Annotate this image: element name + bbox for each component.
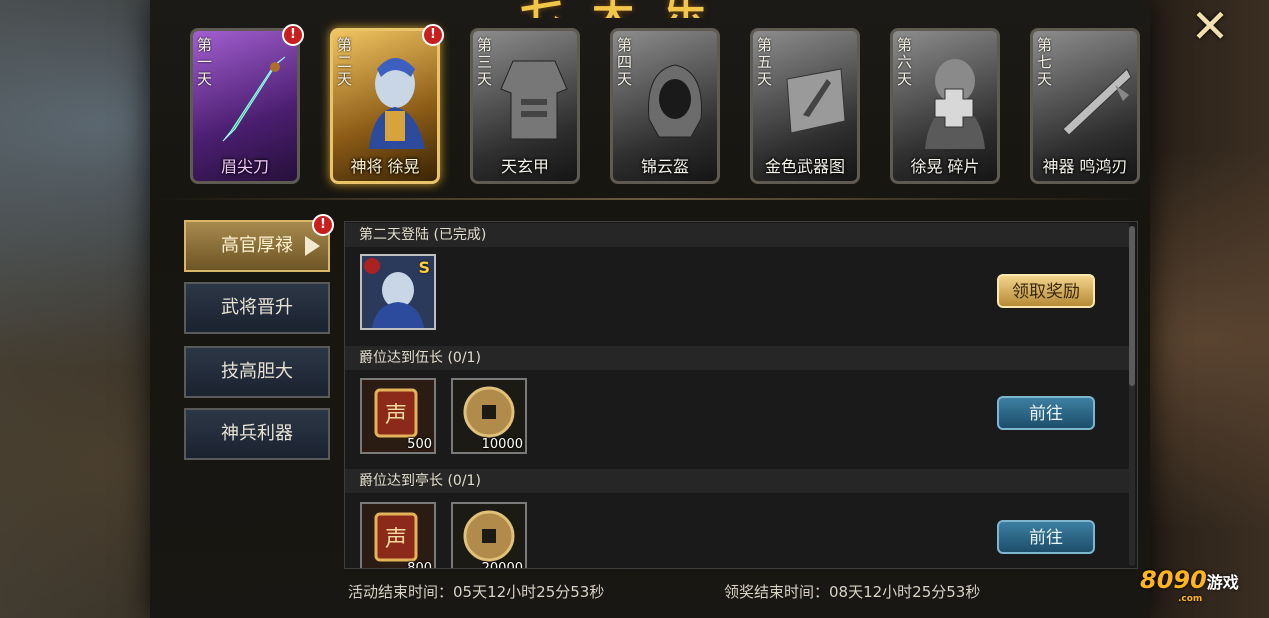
item-quantity: 500: [407, 437, 432, 452]
task-title: 第二天登陆 (已完成): [345, 223, 1129, 247]
helmet-icon: [648, 64, 702, 138]
reward-item[interactable]: 声 500: [360, 378, 436, 454]
general-fragment-icon: [925, 59, 985, 149]
day-tag: 第一天: [197, 36, 213, 88]
claim-reward-button[interactable]: 领取奖励: [997, 274, 1095, 308]
day-card-1[interactable]: 第一天 眉尖刀: [190, 28, 300, 184]
reward-item[interactable]: 声 800: [360, 502, 436, 569]
day-label: 天玄甲: [500, 157, 549, 176]
tab-label: 技高胆大: [221, 361, 293, 382]
tab-general-promotion[interactable]: 武将晋升: [184, 282, 330, 334]
tab-high-office[interactable]: 高官厚禄: [184, 220, 330, 272]
tab-label: 神兵利器: [221, 423, 293, 444]
day-label: 徐晃 碎片: [910, 157, 980, 176]
task-title: 爵位达到伍长 (0/1): [345, 346, 1129, 370]
tab-skill-courage[interactable]: 技高胆大: [184, 346, 330, 398]
day-label: 神将 徐晃: [350, 157, 420, 176]
day-label: 神器 鸣鸿刃: [1042, 157, 1128, 176]
scroll-icon: [786, 68, 846, 134]
item-quantity: 20000: [481, 561, 523, 569]
logo-text: 游戏: [1206, 573, 1239, 592]
reward-item[interactable]: 20000: [451, 502, 527, 569]
day-tag: 第二天: [337, 36, 353, 88]
svg-text:声: 声: [385, 527, 407, 552]
site-logo: 8090游戏 .com: [1140, 566, 1239, 604]
day-card-7[interactable]: 第七天 神器 鸣鸿刃: [1030, 28, 1140, 184]
divine-blade-icon: [1062, 68, 1132, 136]
armor-icon: [500, 60, 568, 140]
go-button[interactable]: 前往: [997, 520, 1095, 554]
tab-label: 武将晋升: [221, 297, 293, 318]
day-card-5[interactable]: 第五天 金色武器图: [750, 28, 860, 184]
close-icon[interactable]: ✕: [1188, 3, 1232, 49]
reward-end-timer: 领奖结束时间：08天12小时25分53秒: [724, 583, 981, 601]
alert-icon: !: [312, 214, 334, 236]
logo-domain: .com: [1178, 594, 1203, 604]
day-card-6[interactable]: 第六天 徐晃 碎片: [890, 28, 1000, 184]
day-label: 锦云盔: [640, 157, 689, 176]
alert-icon: !: [422, 24, 444, 46]
day-label: 眉尖刀: [220, 157, 269, 176]
tab-divine-weapons[interactable]: 神兵利器: [184, 408, 330, 460]
arrow-right-icon: [305, 236, 320, 256]
item-quantity: 10000: [481, 437, 523, 452]
day-tag: 第四天: [617, 36, 633, 88]
reward-item[interactable]: S: [360, 254, 436, 330]
prestige-token-icon: 声: [362, 504, 434, 568]
day-tag: 第五天: [757, 36, 773, 88]
activity-end-timer: 活动结束时间：05天12小时25分53秒: [348, 583, 605, 601]
day-tag: 第三天: [477, 36, 493, 88]
day-label: 金色武器图: [764, 157, 845, 176]
svg-text:声: 声: [385, 403, 407, 428]
go-button[interactable]: 前往: [997, 396, 1095, 430]
divider: [150, 198, 1150, 200]
day-card-4[interactable]: 第四天 锦云盔: [610, 28, 720, 184]
tab-label: 高官厚禄: [221, 235, 293, 256]
item-quantity: 800: [407, 561, 432, 569]
alert-icon: !: [282, 24, 304, 46]
glaive-icon: [222, 56, 286, 142]
scrollbar-thumb[interactable]: [1129, 226, 1135, 386]
copper-coin-icon: [453, 504, 525, 568]
rank-badge: S: [418, 258, 430, 277]
logo-number: 8090: [1140, 566, 1207, 594]
day-card-2[interactable]: 第二天 神将 徐晃: [330, 28, 440, 184]
day-tag: 第七天: [1037, 36, 1053, 88]
list-scrollbar[interactable]: [1129, 226, 1135, 566]
day-tag: 第六天: [897, 36, 913, 88]
task-title: 爵位达到亭长 (0/1): [345, 469, 1129, 493]
event-title: 七天乐: [520, 0, 750, 18]
reward-item[interactable]: 10000: [451, 378, 527, 454]
task-list[interactable]: 第二天登陆 (已完成) S 领取奖励 爵位达到伍长 (0/1) 声 500 10…: [344, 221, 1138, 569]
general-portrait-icon: [369, 58, 425, 149]
day-card-3[interactable]: 第三天 天玄甲: [470, 28, 580, 184]
